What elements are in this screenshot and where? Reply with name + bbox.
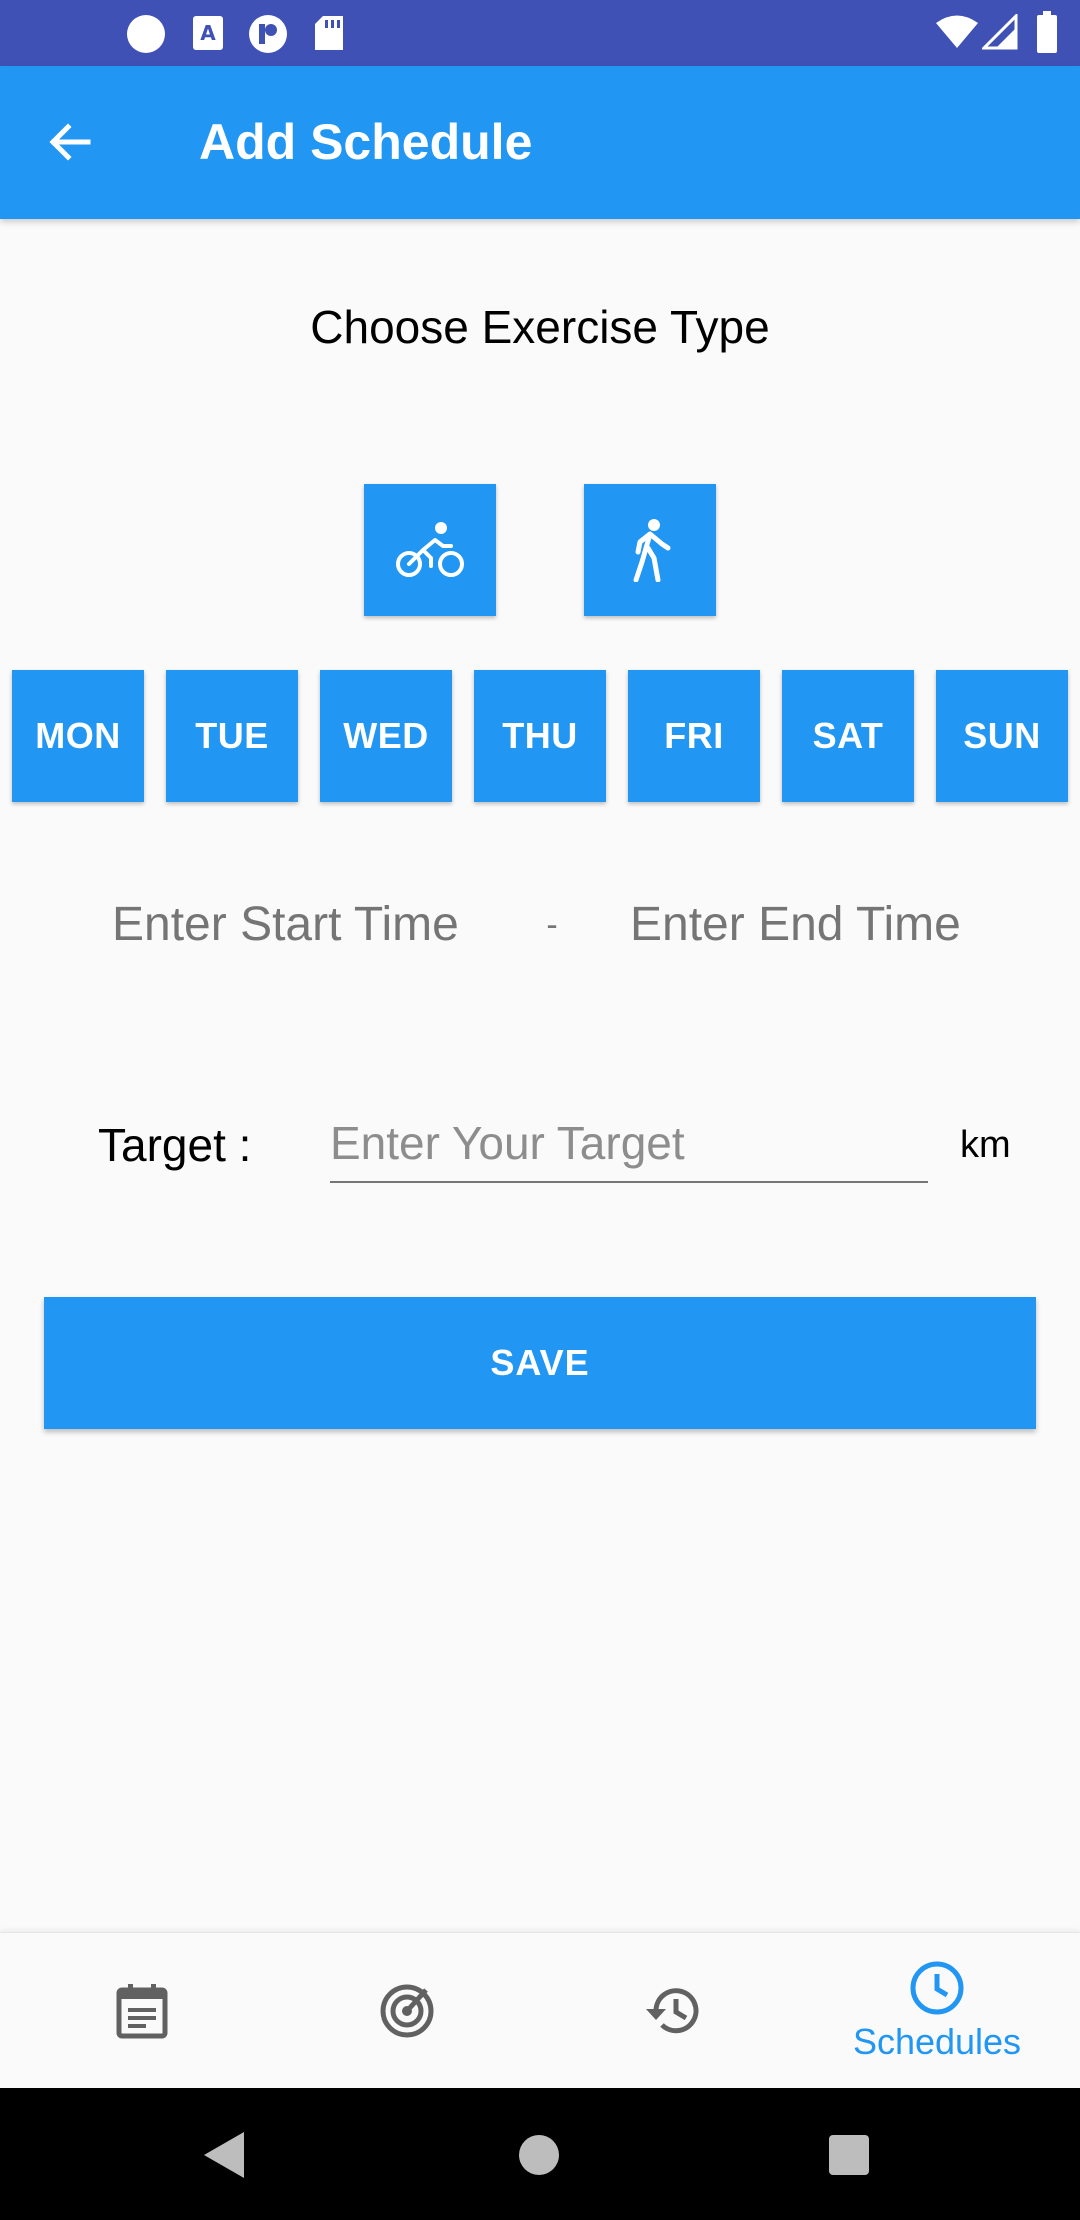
page-title: Add Schedule <box>199 114 533 170</box>
save-button[interactable]: SAVE <box>44 1297 1036 1429</box>
nav-label-schedules: Schedules <box>852 2021 1022 2062</box>
wifi-icon <box>936 15 978 48</box>
circle-icon <box>127 15 165 53</box>
exercise-type-bike-button[interactable] <box>364 484 496 616</box>
day-button-fri[interactable]: FRI <box>628 670 760 802</box>
back-triangle-icon[interactable] <box>200 2130 248 2180</box>
day-button-tue[interactable]: TUE <box>166 670 298 802</box>
target-input[interactable] <box>330 1105 928 1183</box>
app-bar: Add Schedule <box>0 66 1080 219</box>
walk-icon <box>633 519 671 582</box>
signal-icon <box>982 14 1018 50</box>
target-label: Target : <box>98 1119 252 1171</box>
history-icon <box>646 1988 699 2034</box>
nav-item-schedules[interactable]: Schedules <box>802 1933 1072 2089</box>
recents-square-icon[interactable] <box>828 2134 870 2176</box>
calendar-note-icon <box>116 1984 168 2039</box>
time-separator: - <box>546 906 558 944</box>
day-button-thu[interactable]: THU <box>474 670 606 802</box>
arrow-left-icon <box>49 123 91 161</box>
nav-item-target[interactable] <box>272 1933 542 2089</box>
unit-label: km <box>960 1124 1011 1166</box>
battery-icon <box>1037 11 1057 53</box>
clock-icon <box>910 1961 964 2015</box>
a-letter-icon: A <box>193 16 223 50</box>
sd-card-icon <box>315 16 343 50</box>
nav-item-calendar[interactable] <box>7 1933 277 2089</box>
svg-text:A: A <box>200 21 216 45</box>
nav-item-history[interactable] <box>537 1933 807 2089</box>
system-navigation-bar <box>0 2088 1080 2220</box>
status-bar: A <box>0 0 1080 66</box>
day-button-mon[interactable]: MON <box>12 670 144 802</box>
target-icon <box>380 1984 434 2038</box>
bike-icon <box>396 522 464 577</box>
bottom-navigation: Schedules <box>0 1932 1080 2089</box>
start-time-field[interactable]: Enter Start Time <box>112 895 459 955</box>
day-button-sun[interactable]: SUN <box>936 670 1068 802</box>
exercise-type-walk-button[interactable] <box>584 484 716 616</box>
day-button-wed[interactable]: WED <box>320 670 452 802</box>
back-button[interactable] <box>34 106 106 178</box>
home-circle-icon[interactable] <box>518 2134 560 2176</box>
exercise-type-heading: Choose Exercise Type <box>310 301 770 353</box>
p-badge-icon <box>249 15 287 53</box>
end-time-field[interactable]: Enter End Time <box>630 895 961 955</box>
day-button-sat[interactable]: SAT <box>782 670 914 802</box>
